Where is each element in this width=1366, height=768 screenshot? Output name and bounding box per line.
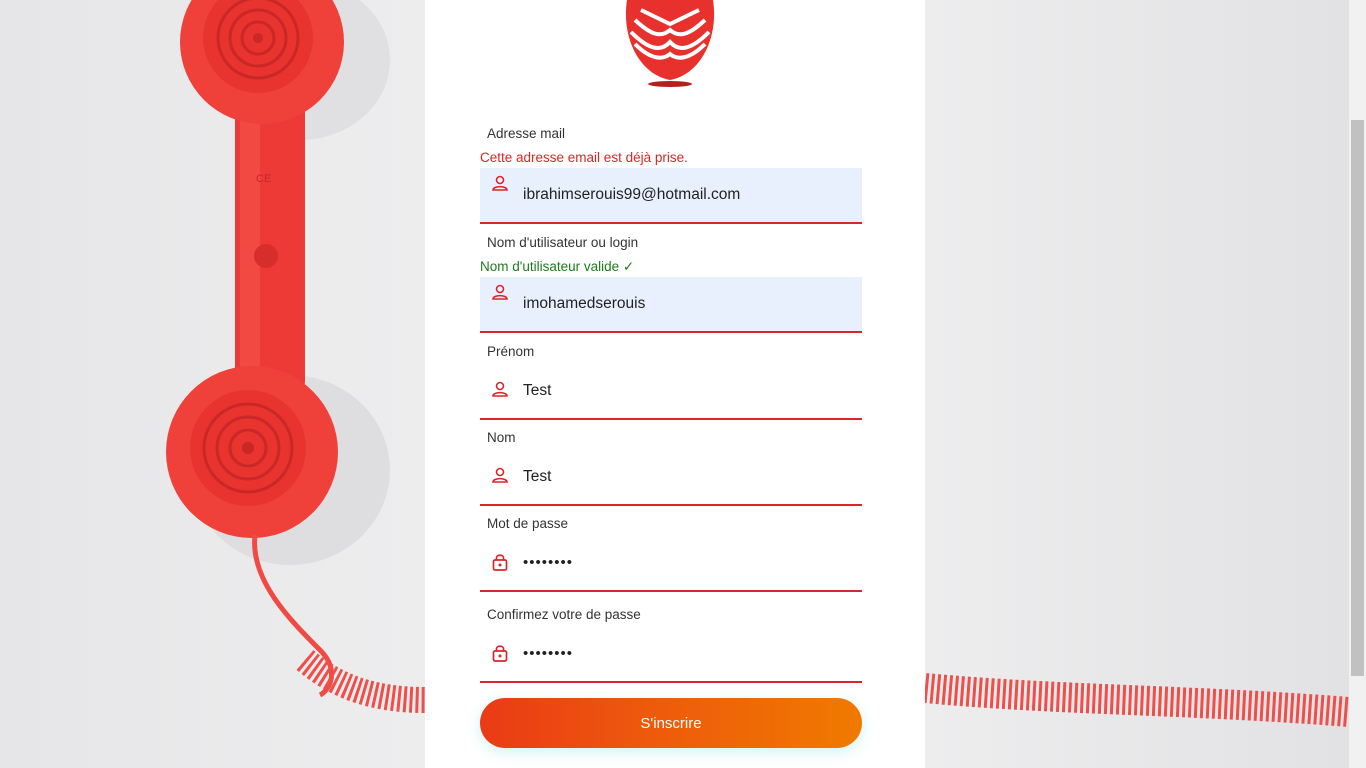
lastname-field[interactable] bbox=[480, 450, 862, 506]
email-error-message: Cette adresse email est déjà prise. bbox=[480, 150, 688, 165]
person-icon bbox=[492, 175, 508, 191]
firstname-input[interactable] bbox=[523, 382, 843, 400]
person-icon bbox=[492, 284, 508, 300]
lock-icon bbox=[492, 554, 508, 571]
password-label: Mot de passe bbox=[487, 516, 569, 531]
scrollbar-thumb[interactable] bbox=[1351, 120, 1364, 676]
confirm-password-field[interactable]: •••••••• bbox=[480, 627, 862, 683]
scrollbar[interactable] bbox=[1349, 0, 1366, 768]
password-input[interactable]: •••••••• bbox=[523, 554, 843, 571]
username-label: Nom d'utilisateur ou login bbox=[487, 235, 639, 250]
signup-button[interactable]: S'inscrire bbox=[480, 698, 862, 748]
signup-panel: Adresse mail Cette adresse email est déj… bbox=[425, 0, 925, 768]
lastname-label: Nom bbox=[487, 430, 516, 445]
email-field[interactable] bbox=[480, 168, 862, 224]
person-icon bbox=[492, 467, 508, 483]
password-field[interactable]: •••••••• bbox=[480, 536, 862, 592]
confirm-password-input[interactable]: •••••••• bbox=[523, 645, 843, 662]
email-label: Adresse mail bbox=[487, 126, 566, 141]
confirm-password-label: Confirmez votre de passe bbox=[487, 607, 641, 622]
username-field[interactable] bbox=[480, 277, 862, 333]
username-input[interactable] bbox=[523, 295, 843, 313]
svg-text:CE: CE bbox=[256, 173, 271, 185]
lock-icon bbox=[492, 645, 508, 662]
person-icon bbox=[492, 381, 508, 397]
firstname-field[interactable] bbox=[480, 364, 862, 420]
firstname-label: Prénom bbox=[487, 344, 535, 359]
email-input[interactable] bbox=[523, 186, 843, 204]
lastname-input[interactable] bbox=[523, 468, 843, 486]
username-success-message: Nom d'utilisateur valide ✓ bbox=[480, 259, 635, 274]
brand-logo-icon bbox=[625, 0, 715, 87]
